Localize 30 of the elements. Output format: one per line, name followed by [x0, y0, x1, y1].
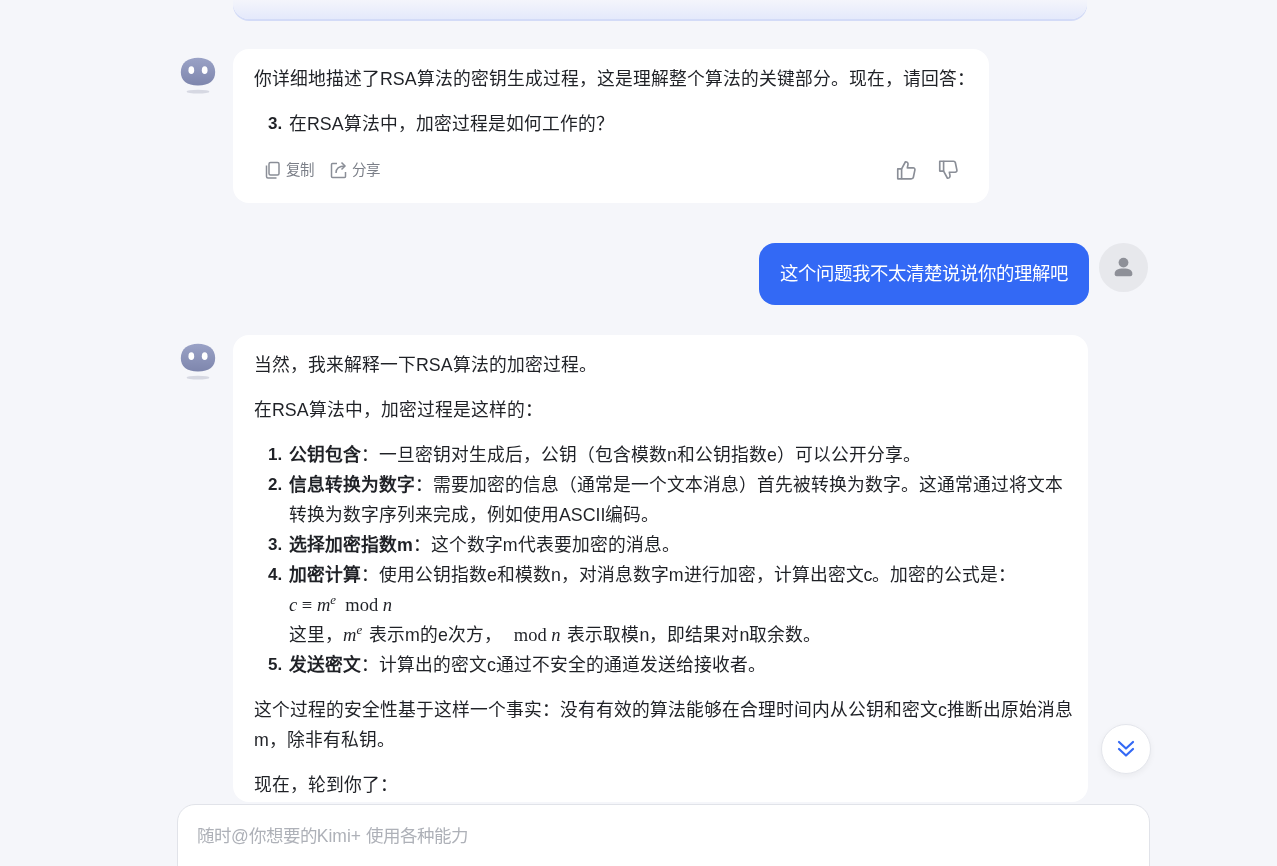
list-number: 3. — [268, 534, 284, 556]
list-item-text: 在RSA算法中，加密过程是如何工作的？ — [289, 113, 615, 136]
share-button[interactable]: 分享 — [328, 160, 380, 180]
message-paragraph: 当然，我来解释一下RSA算法的加密过程。 — [254, 354, 598, 377]
list-item-text: 公钥包含：一旦密钥对生成后，公钥（包含模数n和公钥指数e）可以公开分享。 — [289, 444, 922, 467]
dislike-button[interactable] — [936, 159, 959, 181]
formula-note: 这里，m$^{e}$ 表示m的e次方， mod n 表示取模n，即结果对n取余数。 — [289, 620, 823, 647]
list-number: 2. — [268, 474, 284, 496]
scroll-down-button[interactable] — [1101, 724, 1151, 774]
list-number: 3. — [268, 113, 284, 135]
thumbs-down-icon — [936, 159, 959, 181]
chat-input-field[interactable]: 随时@你想要的Kimi+ 使用各种能力 — [177, 804, 1150, 866]
share-icon — [328, 160, 348, 180]
thumbs-up-icon — [894, 159, 917, 181]
list-item-text: 选择加密指数m：这个数字m代表要加密的消息。 — [289, 534, 681, 557]
copy-button[interactable]: 复制 — [262, 160, 314, 180]
message-paragraph: 在RSA算法中，加密过程是这样的： — [254, 399, 544, 422]
list-number: 5. — [268, 654, 284, 676]
user-avatar-icon — [1099, 243, 1148, 292]
message-paragraph: 现在，轮到你了： — [254, 774, 399, 797]
math-formula: c ≡ m$^{e}$ mod n — [289, 590, 394, 617]
message-paragraph: 这个过程的安全性基于这样一个事实：没有有效的算法能够在合理时间内从公钥和密文c推断出原始消息m，除非有私钥。 — [254, 699, 1074, 752]
list-number: 4. — [268, 564, 284, 586]
list-number: 1. — [268, 444, 284, 466]
like-button[interactable] — [894, 159, 917, 181]
message-paragraph: 你详细地描述了RSA算法的密钥生成过程，这是理解整个算法的关键部分。现在，请回答： — [254, 68, 975, 91]
list-item-text: 加密计算：使用公钥指数e和模数n，对消息数字m进行加密，计算出密文c。加密的公式是： — [289, 564, 1018, 587]
list-item-text: 发送密文：计算出的密文c通过不安全的通道发送给接收者。 — [289, 654, 767, 677]
list-item-text: 信息转换为数字：需要加密的信息（通常是一个文本消息）首先被转换为数字。这通常通过将文本转换为数字序列来完成，例如使用ASCII编码。 — [289, 474, 1064, 527]
user-message-bubble: 这个问题我不太清楚说说你的理解吧 — [759, 243, 1089, 305]
